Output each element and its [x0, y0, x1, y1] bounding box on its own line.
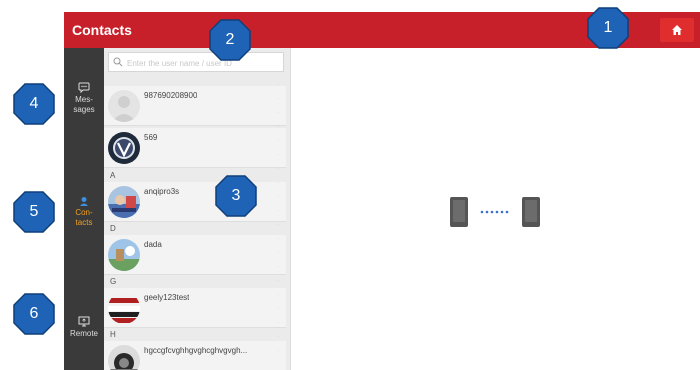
list-item[interactable]: hgccgfcvghhgvghcghvgvgh...	[104, 341, 286, 370]
callout-badge-1: 1	[586, 6, 630, 50]
remote-icon	[78, 316, 90, 327]
sidebar-item-remote[interactable]: Remote	[64, 316, 104, 339]
callout-badge-4: 4	[12, 82, 56, 126]
detail-pane	[291, 48, 700, 370]
sidebar: Mes- sages Con- tacts Remote	[64, 48, 104, 370]
callout-number: 4	[29, 95, 39, 112]
sidebar-item-label: sages	[73, 105, 95, 114]
callout-number: 3	[231, 187, 241, 204]
contact-name: anqipro3s	[144, 187, 180, 196]
list-item[interactable]: anqipro3s	[104, 182, 286, 222]
search-icon	[113, 57, 123, 67]
callout-number: 6	[29, 305, 39, 322]
sidebar-item-messages[interactable]: Mes- sages	[64, 82, 104, 115]
callout-number: 5	[29, 203, 39, 220]
home-icon	[672, 25, 682, 35]
contacts-icon	[80, 197, 88, 206]
callout-badge-2: 2	[208, 18, 252, 62]
sidebar-item-label: Remote	[69, 329, 98, 338]
section-letter: H	[110, 330, 116, 339]
contact-name: 987690208900	[144, 91, 198, 100]
avatar	[108, 186, 140, 218]
list-item[interactable]: dada	[104, 235, 286, 275]
chat-bubble-icon	[78, 82, 90, 93]
search-input[interactable]	[125, 55, 279, 71]
page-title: Contacts	[72, 22, 132, 38]
callout-badge-3: 3	[214, 174, 258, 218]
sidebar-item-label: Con-	[75, 208, 93, 217]
search-bar	[108, 52, 284, 72]
contact-list: 987690208900 569 A	[104, 48, 291, 370]
device-sync-icon	[450, 197, 540, 227]
avatar	[108, 132, 140, 164]
home-button[interactable]	[660, 18, 694, 42]
list-item[interactable]: 987690208900	[104, 86, 286, 126]
contact-name: geely123test	[144, 293, 190, 302]
contact-name: 569	[144, 133, 158, 142]
alphabet-index[interactable]: · · · · · · · · · · · · · · · · · · · ·	[274, 78, 282, 368]
sidebar-item-label: Mes-	[75, 95, 93, 104]
app-window: Contacts Mes- sages Con- tacts Remote En…	[64, 12, 700, 370]
section-letter: G	[110, 277, 117, 286]
callout-badge-6: 6	[12, 292, 56, 336]
contact-name: dada	[144, 240, 162, 249]
callout-number: 2	[225, 31, 235, 48]
sidebar-item-contacts[interactable]: Con- tacts	[64, 196, 104, 228]
sidebar-item-label: tacts	[75, 218, 93, 227]
contact-name: hgccgfcvghhgvghcghvgvgh...	[144, 346, 248, 355]
section-letter: A	[110, 171, 116, 180]
avatar	[108, 90, 140, 122]
callout-number: 1	[603, 19, 613, 36]
avatar	[108, 239, 140, 271]
section-letter: D	[110, 224, 116, 233]
callout-badge-5: 5	[12, 190, 56, 234]
avatar	[108, 292, 140, 324]
list-item[interactable]: 569	[104, 128, 286, 168]
list-item[interactable]: geely123test	[104, 288, 286, 328]
avatar	[108, 345, 140, 370]
